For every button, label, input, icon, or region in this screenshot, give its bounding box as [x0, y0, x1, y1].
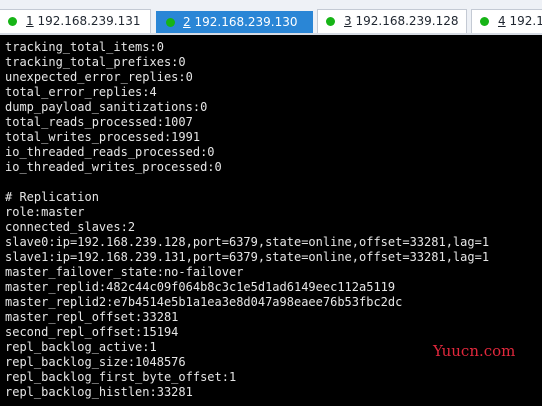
- site-watermark: Yuucn.com: [433, 342, 516, 360]
- terminal-line: repl_backlog_histlen:33281: [5, 385, 193, 399]
- terminal-line: total_writes_processed:1991: [5, 130, 201, 144]
- session-tab-number: 2: [183, 15, 191, 29]
- terminal-line: total_error_replies:4: [5, 85, 157, 99]
- session-tab-3[interactable]: 3 192.168.239.128: [317, 9, 467, 33]
- connected-status-icon: [8, 17, 17, 26]
- session-tab-title: 192.168.239.130: [194, 15, 298, 29]
- terminal-line: connected_slaves:2: [5, 220, 136, 234]
- terminal-line: slave0:ip=192.168.239.128,port=6379,stat…: [5, 235, 490, 249]
- terminal-line: master_failover_state:no-failover: [5, 265, 244, 279]
- session-tab-number: 1: [26, 14, 34, 28]
- session-tab-label: 3 192.168.239.128: [344, 14, 459, 28]
- session-tab-2[interactable]: 2 192.168.239.130: [156, 11, 313, 33]
- terminal-line: second_repl_offset:15194: [5, 325, 179, 339]
- session-tab-label: 1 192.168.239.131: [26, 14, 141, 28]
- session-tab-4[interactable]: 4 192.168.: [471, 9, 542, 33]
- session-tab-1[interactable]: 1 192.168.239.131: [0, 9, 151, 33]
- session-tab-number: 4: [498, 14, 506, 28]
- terminal-line: # Replication: [5, 190, 99, 204]
- terminal-line: dump_payload_sanitizations:0: [5, 100, 208, 114]
- connected-status-icon: [166, 18, 175, 27]
- session-tab-label: 2 192.168.239.130: [183, 15, 298, 29]
- connected-status-icon: [480, 17, 489, 26]
- session-tab-label: 4 192.168.: [498, 14, 542, 28]
- terminal-line: master_repl_offset:33281: [5, 310, 179, 324]
- session-tab-title: 192.168.: [509, 14, 542, 28]
- terminal-line: total_reads_processed:1007: [5, 115, 193, 129]
- session-tab-title: 192.168.239.131: [37, 14, 141, 28]
- session-tab-number: 3: [344, 14, 352, 28]
- terminal-line: io_threaded_writes_processed:0: [5, 160, 222, 174]
- terminal-line: io_threaded_reads_processed:0: [5, 145, 215, 159]
- terminal-line: role:master: [5, 205, 85, 219]
- session-tab-bar: 1 192.168.239.131 2 192.168.239.130 3 19…: [0, 0, 542, 35]
- terminal-line: repl_backlog_size:1048576: [5, 355, 186, 369]
- connected-status-icon: [326, 17, 335, 26]
- terminal-line: master_replid:482c44c09f064b8c3c1e5d1ad6…: [5, 280, 396, 294]
- terminal-line: tracking_total_prefixes:0: [5, 55, 186, 69]
- terminal-line: repl_backlog_active:1: [5, 340, 157, 354]
- terminal-line: master_replid2:e7b4514e5b1a1ea3e8d047a98…: [5, 295, 403, 309]
- terminal-line: slave1:ip=192.168.239.131,port=6379,stat…: [5, 250, 490, 264]
- terminal-line: unexpected_error_replies:0: [5, 70, 193, 84]
- session-tab-title: 192.168.239.128: [355, 14, 459, 28]
- terminal-line: repl_backlog_first_byte_offset:1: [5, 370, 237, 384]
- terminal-line: tracking_total_items:0: [5, 40, 164, 54]
